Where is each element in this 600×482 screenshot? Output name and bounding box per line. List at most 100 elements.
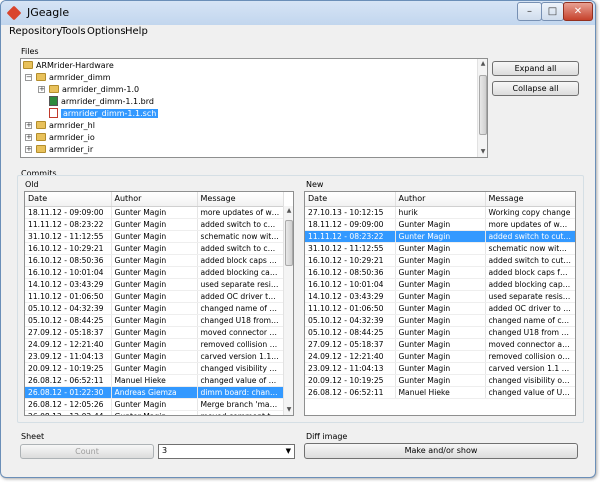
table-row[interactable]: 16.10.12 - 10:01:04 Gunter Magin added blo…: [305, 278, 575, 291]
cell-message: moved connector an...: [197, 326, 284, 339]
tree-node-purchases[interactable]: purchases: [36, 156, 90, 157]
folder-icon: [23, 61, 33, 69]
table-row[interactable]: 05.10.12 - 04:32:39 Gunter Magin changed n…: [305, 314, 575, 327]
table-row[interactable]: 16.10.12 - 10:01:04 Gunter Magin added blo…: [25, 266, 284, 279]
cell-author: Gunter Magin: [111, 230, 198, 243]
tree-node-brd-file[interactable]: armrider_dimm-1.1.brd: [49, 96, 154, 107]
tree-node-armrider-hl[interactable]: armrider_hl: [36, 120, 95, 131]
tree-node-root[interactable]: ARMrider-Hardware: [23, 60, 114, 71]
cell-date: 20.09.12 - 10:19:25: [25, 362, 112, 375]
menu-options[interactable]: Options: [87, 26, 126, 37]
table-row[interactable]: 11.10.12 - 01:06:50 Gunter Magin added OC …: [305, 302, 575, 315]
table-row[interactable]: 27.10.13 - 10:12:15 hurik Working copy cha…: [305, 206, 575, 219]
board-file-icon: [49, 96, 58, 106]
cell-message: Merge branch 'maste...: [197, 398, 284, 411]
folder-icon: [36, 73, 46, 81]
tree-node-sch-file[interactable]: armrider_dimm-1.1.sch: [49, 108, 159, 119]
expand-icon[interactable]: +: [25, 134, 32, 141]
column-header-date[interactable]: Date: [25, 192, 112, 207]
cell-message: added blocking caps ...: [197, 266, 284, 279]
table-row[interactable]: 20.09.12 - 10:19:25 Gunter Magin changed v…: [305, 374, 575, 387]
menu-help[interactable]: Help: [125, 26, 148, 37]
table-row[interactable]: 11.11.12 - 08:23:22 Gunter Magin added swi…: [305, 230, 575, 243]
table-row[interactable]: 11.10.12 - 01:06:50 Gunter Magin added OC …: [25, 290, 284, 303]
table-row[interactable]: 27.09.12 - 05:18:37 Gunter Magin moved con…: [25, 326, 284, 339]
cell-message: added OC driver to de...: [485, 302, 575, 315]
tree-node-armrider-ir[interactable]: armrider_ir: [36, 144, 93, 155]
table-row[interactable]: 05.10.12 - 08:44:25 Gunter Magin changed U…: [25, 314, 284, 327]
table-row[interactable]: 27.09.12 - 05:18:37 Gunter Magin moved con…: [305, 338, 575, 351]
column-header-message[interactable]: Message: [197, 192, 284, 207]
collapse-all-button[interactable]: Collapse all: [492, 81, 579, 96]
table-row[interactable]: 24.09.12 - 12:21:40 Gunter Magin removed c…: [305, 350, 575, 363]
table-row[interactable]: 14.10.12 - 03:43:29 Gunter Magin used sepa…: [25, 278, 284, 291]
new-commits-table: Date Author Message 27.10.13 - 10:12:15 h…: [304, 191, 576, 416]
scroll-thumb[interactable]: [285, 220, 293, 266]
make-show-button[interactable]: Make and/or show: [304, 443, 578, 459]
table-row[interactable]: 26.08.12 - 06:52:11 Manuel Hieke changed v…: [25, 374, 284, 387]
table-row[interactable]: 26.08.12 - 12:05:26 Gunter Magin Merge bra…: [25, 398, 284, 411]
collapse-icon[interactable]: −: [25, 74, 32, 81]
column-header-author[interactable]: Author: [395, 192, 486, 207]
scroll-down-icon[interactable]: ▼: [478, 147, 487, 157]
app-window: JGeagle – □ ✕ Repository Tools Options H…: [0, 0, 596, 478]
menu-tools[interactable]: Tools: [61, 26, 86, 37]
table-row[interactable]: 14.10.12 - 03:43:29 Gunter Magin used sepa…: [305, 290, 575, 303]
table-row[interactable]: 26.08.12 - 01:22:30 Andreas Giemza dimm bo…: [25, 386, 284, 399]
cell-message: dimm board: change...: [197, 386, 284, 399]
tree-node-armrider-dimm-1-0[interactable]: armrider_dimm-1.0: [49, 84, 139, 95]
cell-author: Gunter Magin: [111, 326, 198, 339]
expand-icon[interactable]: +: [25, 146, 32, 153]
table-row[interactable]: 05.10.12 - 04:32:39 Gunter Magin changed n…: [25, 302, 284, 315]
minimize-button[interactable]: –: [517, 2, 542, 21]
cell-author: Gunter Magin: [111, 410, 198, 415]
scroll-down-icon[interactable]: ▼: [284, 405, 293, 415]
sheet-select-value: 3: [162, 446, 168, 455]
cell-author: Gunter Magin: [111, 278, 198, 291]
column-header-author[interactable]: Author: [111, 192, 198, 207]
scroll-up-icon[interactable]: ▲: [478, 59, 487, 69]
table-row[interactable]: 16.10.12 - 08:50:36 Gunter Magin added blo…: [305, 266, 575, 279]
table-row[interactable]: 26.08.12 - 06:52:11 Manuel Hieke changed v…: [305, 386, 575, 399]
scroll-thumb[interactable]: [479, 75, 487, 135]
count-button[interactable]: Count: [20, 444, 154, 459]
table-row[interactable]: 23.09.12 - 11:04:13 Gunter Magin carved ve…: [25, 350, 284, 363]
table-row[interactable]: 20.09.12 - 10:19:25 Gunter Magin changed v…: [25, 362, 284, 375]
tree-node-armrider-io[interactable]: armrider_io: [36, 132, 95, 143]
tree-node-armrider-dimm[interactable]: armrider_dimm: [36, 72, 111, 83]
table-row[interactable]: 16.10.12 - 08:50:36 Gunter Magin added blo…: [25, 254, 284, 267]
table-row[interactable]: 31.10.12 - 11:12:55 Gunter Magin schematic…: [305, 242, 575, 255]
table-row[interactable]: 16.10.12 - 10:29:21 Gunter Magin added swi…: [305, 254, 575, 267]
table-row[interactable]: 18.11.12 - 09:09:00 Gunter Magin more upda…: [25, 206, 284, 219]
menu-repository[interactable]: Repository: [9, 26, 62, 37]
old-table-scrollbar[interactable]: ▲ ▼: [283, 206, 293, 415]
cell-date: 05.10.12 - 04:32:39: [25, 302, 112, 315]
cell-date: 26.08.12 - 06:52:11: [25, 374, 112, 387]
cell-message: schematic now with fi...: [485, 242, 575, 255]
table-row[interactable]: 31.10.12 - 11:12:55 Gunter Magin schematic…: [25, 230, 284, 243]
table-row[interactable]: 11.11.12 - 08:23:22 Gunter Magin added swi…: [25, 218, 284, 231]
chevron-down-icon[interactable]: ▼: [286, 447, 291, 455]
cell-date: 11.11.12 - 08:23:22: [25, 218, 112, 231]
expand-all-button[interactable]: Expand all: [492, 61, 579, 76]
table-row[interactable]: 26.08.12 - 12:02:44 Gunter Magin moved com…: [25, 410, 284, 415]
close-button[interactable]: ✕: [563, 2, 593, 21]
cell-message: added switch to cut ...: [197, 242, 284, 255]
column-header-date[interactable]: Date: [305, 192, 396, 207]
maximize-button[interactable]: □: [541, 2, 564, 21]
cell-author: Gunter Magin: [111, 266, 198, 279]
table-row[interactable]: 18.11.12 - 09:09:00 Gunter Magin more upda…: [305, 218, 575, 231]
scroll-up-icon[interactable]: ▲: [284, 206, 293, 216]
expand-icon[interactable]: +: [38, 86, 45, 93]
sheet-select[interactable]: 3 ▼: [158, 444, 295, 459]
cell-date: 14.10.12 - 03:43:29: [25, 278, 112, 291]
table-row[interactable]: 23.09.12 - 11:04:13 Gunter Magin carved ve…: [305, 362, 575, 375]
expand-icon[interactable]: +: [25, 122, 32, 129]
table-row[interactable]: 16.10.12 - 10:29:21 Gunter Magin added swi…: [25, 242, 284, 255]
column-header-message[interactable]: Message: [485, 192, 575, 207]
files-scrollbar[interactable]: ▲ ▼: [477, 59, 487, 157]
table-row[interactable]: 05.10.12 - 08:44:25 Gunter Magin changed U…: [305, 326, 575, 339]
folder-icon: [36, 145, 46, 153]
table-row[interactable]: 24.09.12 - 12:21:40 Gunter Magin removed c…: [25, 338, 284, 351]
cell-author: hurik: [395, 206, 486, 219]
